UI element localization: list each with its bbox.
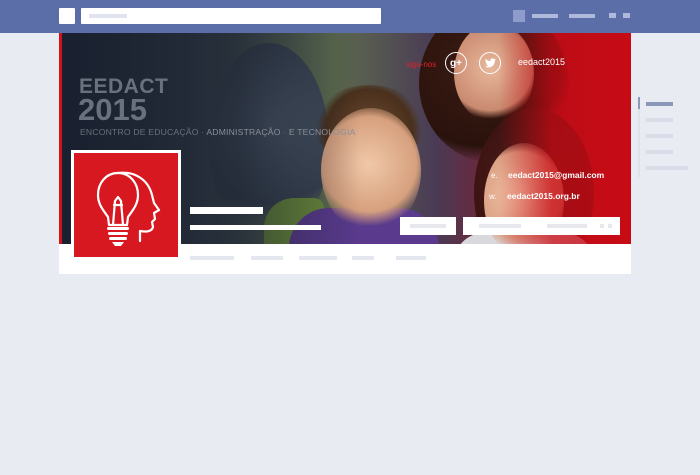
button-label-placeholder <box>547 224 587 228</box>
tagline-separator: · <box>280 127 289 137</box>
action-button-group[interactable] <box>463 217 620 235</box>
nav-link-profile[interactable] <box>532 14 558 18</box>
action-button[interactable] <box>400 217 456 235</box>
more-options-dot <box>600 224 604 228</box>
nav-link-home[interactable] <box>569 14 595 18</box>
twitter-bird-icon <box>484 58 496 68</box>
site-logo[interactable] <box>59 8 75 24</box>
timeline-item[interactable] <box>646 118 673 122</box>
lightbulb-head-logo <box>96 171 161 246</box>
tab-likes[interactable] <box>352 256 374 260</box>
button-label-placeholder <box>479 224 521 228</box>
user-avatar[interactable] <box>513 10 525 22</box>
profile-subtitle-placeholder <box>190 225 321 230</box>
button-label-placeholder <box>410 224 446 228</box>
timeline-item[interactable] <box>646 134 673 138</box>
top-navigation-bar <box>0 0 700 33</box>
cover-red-stripe <box>59 33 62 244</box>
tagline-part: ADMINISTRAÇÃO <box>206 127 281 137</box>
website-address[interactable]: eedact2015.org.br <box>507 191 580 201</box>
tab-photos[interactable] <box>299 256 337 260</box>
event-year: 2015 <box>78 92 147 127</box>
settings-icon[interactable] <box>623 13 630 18</box>
tab-about[interactable] <box>251 256 283 260</box>
email-prefix: e. <box>491 171 498 180</box>
timeline-item[interactable] <box>646 102 673 106</box>
tagline-part: ENCONTRO DE EDUCAÇÃO <box>80 127 199 137</box>
notifications-icon[interactable] <box>609 13 616 18</box>
search-placeholder <box>89 14 127 18</box>
timeline-item[interactable] <box>646 166 688 170</box>
timeline-active-marker <box>638 97 640 109</box>
tagline-part: E TECNOLOGIA <box>288 127 356 137</box>
twitter-handle[interactable]: eedact2015 <box>518 57 565 67</box>
timeline-item[interactable] <box>646 150 673 154</box>
web-prefix: w. <box>489 192 497 201</box>
search-input[interactable] <box>81 8 381 24</box>
lightbulb-head-icon <box>74 153 178 257</box>
email-address[interactable]: eedact2015@gmail.com <box>508 170 604 180</box>
twitter-icon[interactable] <box>479 52 501 74</box>
profile-name-placeholder <box>190 207 263 214</box>
more-options-dot <box>608 224 612 228</box>
event-tagline: ENCONTRO DE EDUCAÇÃO · ADMINISTRAÇÃO · E… <box>80 127 356 137</box>
timeline-rail <box>638 97 640 177</box>
tab-more[interactable] <box>396 256 426 260</box>
profile-picture[interactable] <box>71 150 181 260</box>
google-plus-icon[interactable]: g+ <box>445 52 467 74</box>
follow-us-label: siga-nos <box>406 60 437 69</box>
tab-timeline[interactable] <box>190 256 234 260</box>
